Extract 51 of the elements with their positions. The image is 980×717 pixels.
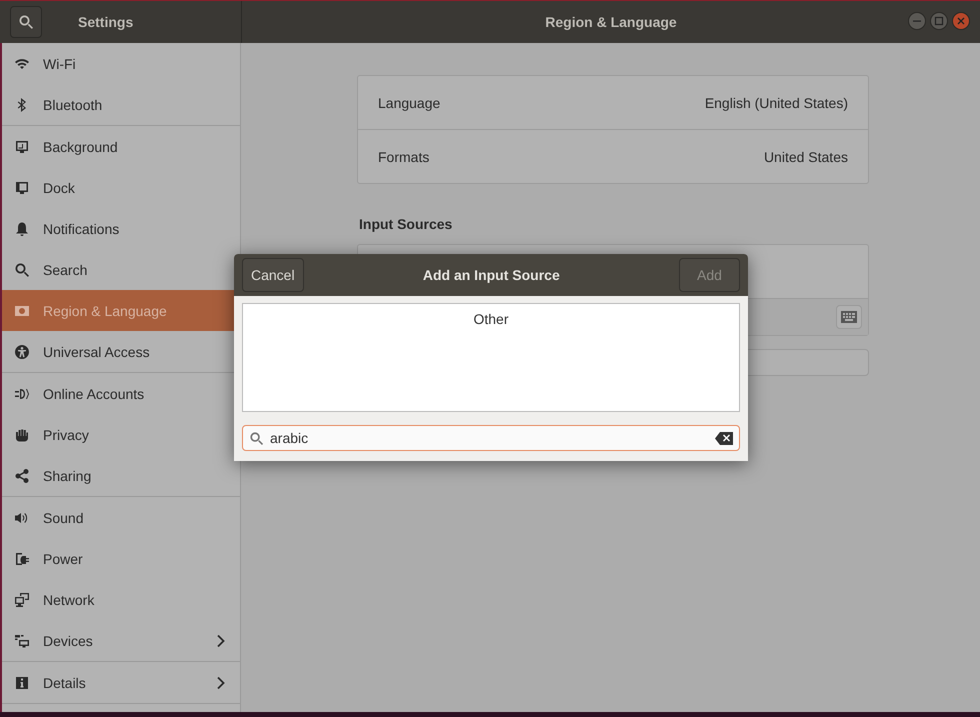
- close-icon: [956, 16, 966, 26]
- settings-row[interactable]: Language English (United States): [358, 76, 868, 129]
- close-button[interactable]: [952, 12, 970, 30]
- maximize-button[interactable]: [930, 12, 948, 30]
- computers-icon: [14, 592, 30, 608]
- bell-icon: [14, 220, 30, 236]
- sidebar-item[interactable]: Universal Access: [2, 331, 240, 372]
- sidebar-item[interactable]: Sound: [2, 497, 240, 538]
- minimize-button[interactable]: [908, 12, 926, 30]
- sidebar-item[interactable]: Details: [2, 662, 240, 703]
- search-icon: [249, 430, 264, 446]
- sidebar-item[interactable]: Network: [2, 579, 240, 620]
- row-label: Language: [378, 94, 440, 110]
- keyboard-button[interactable]: [836, 305, 862, 329]
- search-field[interactable]: arabic: [242, 425, 740, 451]
- sidebar-item[interactable]: Background: [2, 126, 240, 167]
- list-item[interactable]: Other: [243, 304, 739, 327]
- sidebar-item[interactable]: Power: [2, 538, 240, 579]
- sidebar-item[interactable]: Wi-Fi: [2, 43, 240, 84]
- section-heading: Input Sources: [359, 216, 454, 234]
- sidebar-item[interactable]: Devices: [2, 620, 240, 661]
- monitor-icon: [14, 138, 30, 154]
- sidebar-item[interactable]: Dock: [2, 167, 240, 208]
- keyboard-icon: [841, 311, 857, 323]
- window-title: Region & Language: [545, 14, 677, 30]
- search-button[interactable]: [10, 6, 42, 38]
- clear-icon[interactable]: [715, 432, 733, 444]
- battery-plug-icon: [14, 550, 30, 566]
- monitor-icon: [14, 180, 30, 196]
- sidebar-item[interactable]: Bluetooth: [2, 84, 240, 125]
- sidebar-item[interactable]: Online Accounts: [2, 373, 240, 414]
- sidebar-item[interactable]: Privacy: [2, 414, 240, 455]
- sidebar-item[interactable]: Sharing: [2, 455, 240, 496]
- maximize-icon: [934, 16, 944, 26]
- sidebar-item[interactable]: Search: [2, 249, 240, 290]
- info-icon: [14, 674, 30, 690]
- sidebar-title: Settings: [78, 14, 134, 30]
- settings-row[interactable]: Formats United States: [358, 129, 868, 183]
- dialog-title: Add an Input Source: [422, 267, 560, 283]
- search-icon: [18, 14, 34, 30]
- devices-icon: [14, 632, 30, 648]
- row-label: Formats: [378, 148, 430, 164]
- person-icon: [14, 344, 30, 360]
- share-icon: [14, 468, 30, 484]
- row-value: English (United States): [704, 94, 848, 110]
- sidebar-item[interactable]: Notifications: [2, 208, 240, 249]
- search-input[interactable]: arabic: [270, 430, 709, 446]
- cancel-button[interactable]: Cancel: [242, 258, 304, 292]
- hand-icon: [14, 426, 30, 442]
- row-value: United States: [764, 148, 848, 164]
- search-icon: [14, 262, 30, 278]
